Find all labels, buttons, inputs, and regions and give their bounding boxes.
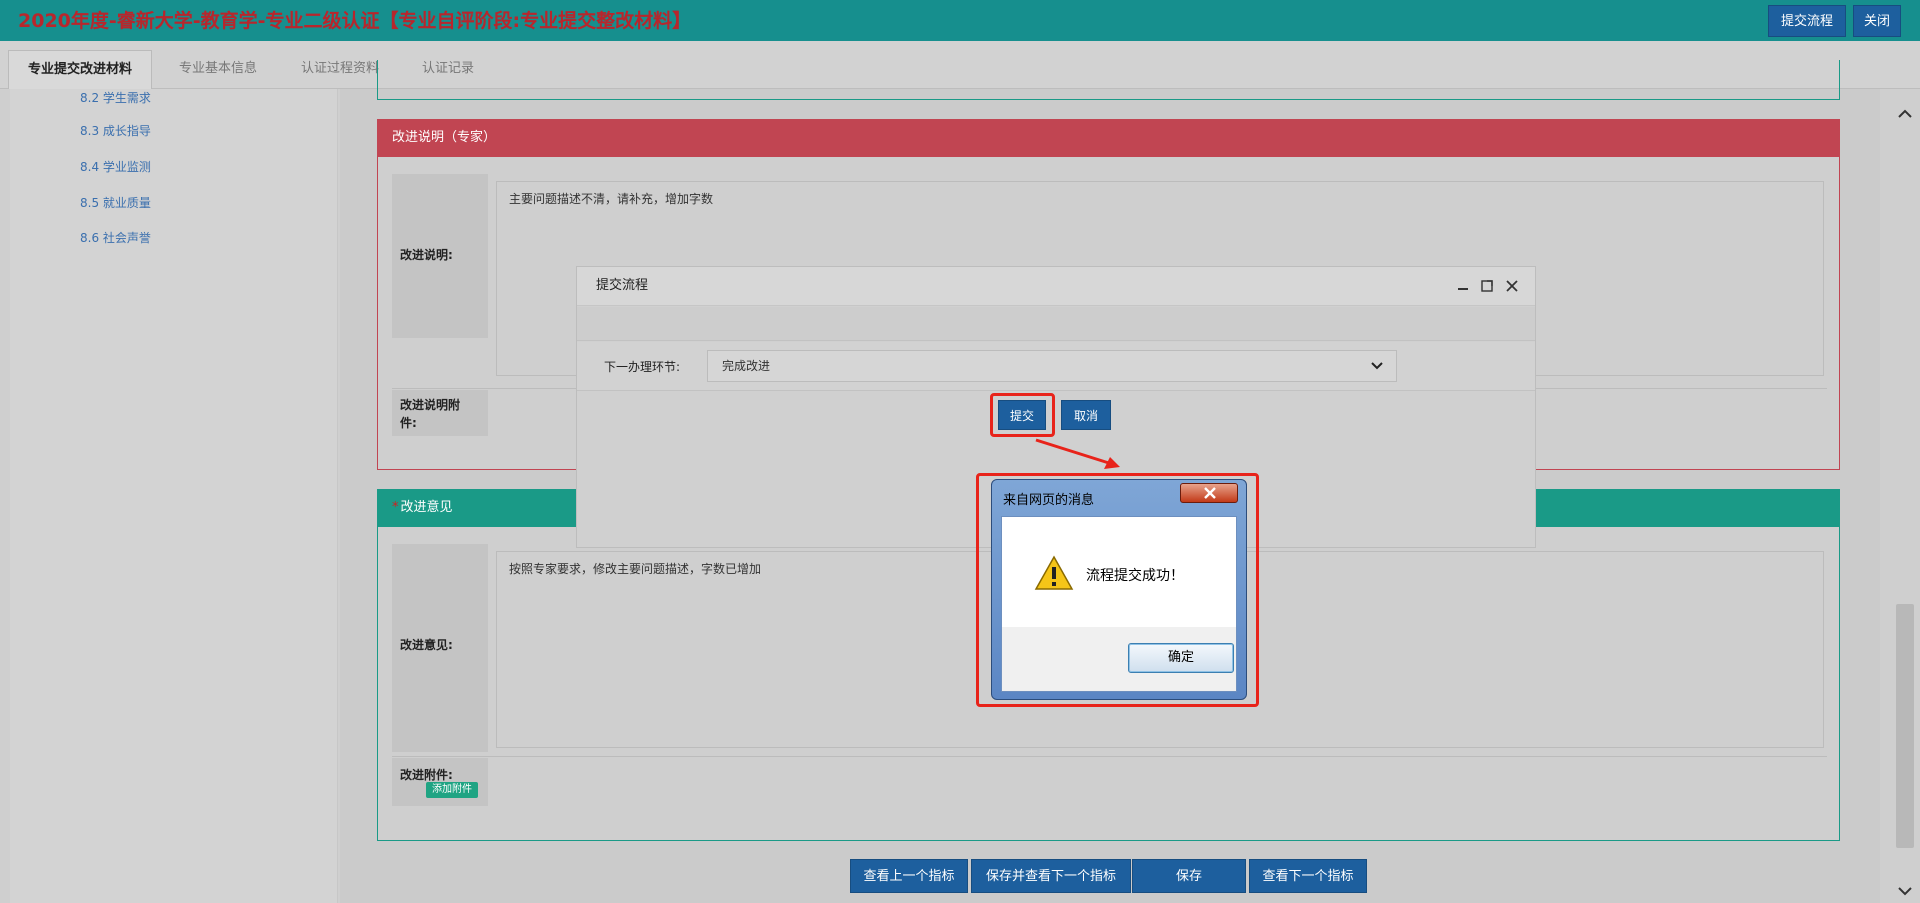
- sidebar-item-8-2[interactable]: 8.2 学生需求: [80, 89, 151, 106]
- tab-process-materials[interactable]: 认证过程资料: [290, 50, 390, 89]
- warning-icon: [1034, 555, 1074, 590]
- close-icon[interactable]: [1504, 278, 1520, 294]
- alert-message: 流程提交成功！: [1086, 568, 1184, 584]
- app-header: 2020年度-睿新大学-教育学-专业二级认证【专业自评阶段:专业提交整改材料】 …: [0, 0, 1920, 41]
- required-mark: *: [392, 500, 399, 515]
- next-step-value: 完成改进: [722, 359, 771, 373]
- save-and-next-button[interactable]: 保存并查看下一个指标: [971, 859, 1131, 893]
- sidebar-item-8-4[interactable]: 8.4 学业监测: [80, 158, 151, 175]
- next-step-select[interactable]: 完成改进: [707, 350, 1397, 382]
- improvement-attachment-label: 改进说明附件:: [392, 390, 488, 436]
- next-step-label: 下一办理环节:: [604, 360, 681, 374]
- minimize-icon[interactable]: [1455, 278, 1471, 294]
- dialog-title: 提交流程: [577, 267, 1535, 306]
- maximize-icon[interactable]: [1479, 278, 1495, 294]
- highlight-submit-button: [990, 393, 1055, 437]
- sidebar-item-8-5[interactable]: 8.5 就业质量: [80, 194, 151, 211]
- sidebar-item-8-6[interactable]: 8.6 社会声誉: [80, 229, 151, 246]
- improvement-desc-label: 改进说明:: [392, 174, 488, 338]
- annotation-arrow-icon: [1035, 438, 1120, 469]
- previous-panel: [377, 60, 1840, 100]
- next-indicator-button[interactable]: 查看下一个指标: [1249, 859, 1367, 893]
- web-message-alert: 来自网页的消息 流程提交成功！ 确定: [991, 479, 1247, 700]
- chevron-down-icon: [1371, 362, 1383, 370]
- row-divider: [392, 756, 1827, 757]
- page-title: 2020年度-睿新大学-教育学-专业二级认证【专业自评阶段:专业提交整改材料】: [18, 10, 692, 32]
- add-attachment-button[interactable]: 添加附件: [426, 782, 478, 798]
- scrollbar-thumb[interactable]: [1896, 604, 1914, 848]
- submit-flow-button[interactable]: 提交流程: [1768, 5, 1846, 37]
- dialog-cancel-button[interactable]: 取消: [1061, 400, 1111, 430]
- close-button[interactable]: 关闭: [1853, 5, 1901, 37]
- scroll-up-icon[interactable]: [1895, 104, 1915, 124]
- prev-indicator-button[interactable]: 查看上一个指标: [850, 859, 968, 893]
- tab-basic-info[interactable]: 专业基本信息: [168, 50, 268, 89]
- alert-body: 流程提交成功！ 确定: [1001, 516, 1237, 692]
- dialog-toolbar: [577, 307, 1535, 341]
- opinion-panel-title-text: 改进意见: [400, 500, 453, 515]
- alert-ok-button[interactable]: 确定: [1128, 643, 1234, 673]
- expert-panel-title: 改进说明（专家）: [378, 120, 1839, 157]
- next-step-row: 下一办理环节: 完成改进: [577, 342, 1535, 391]
- sidebar-item-8-3[interactable]: 8.3 成长指导: [80, 122, 151, 139]
- sidebar: 8.2 学生需求 8.3 成长指导 8.4 学业监测 8.5 就业质量 8.6 …: [10, 89, 338, 903]
- tab-submit-materials[interactable]: 专业提交改进材料: [8, 50, 152, 89]
- alert-close-button[interactable]: [1180, 483, 1238, 503]
- save-button[interactable]: 保存: [1132, 859, 1246, 893]
- scroll-down-icon[interactable]: [1895, 881, 1915, 901]
- opinion-label: 改进意见:: [392, 544, 488, 752]
- alert-title: 来自网页的消息: [1003, 493, 1095, 508]
- close-icon: [1204, 487, 1216, 499]
